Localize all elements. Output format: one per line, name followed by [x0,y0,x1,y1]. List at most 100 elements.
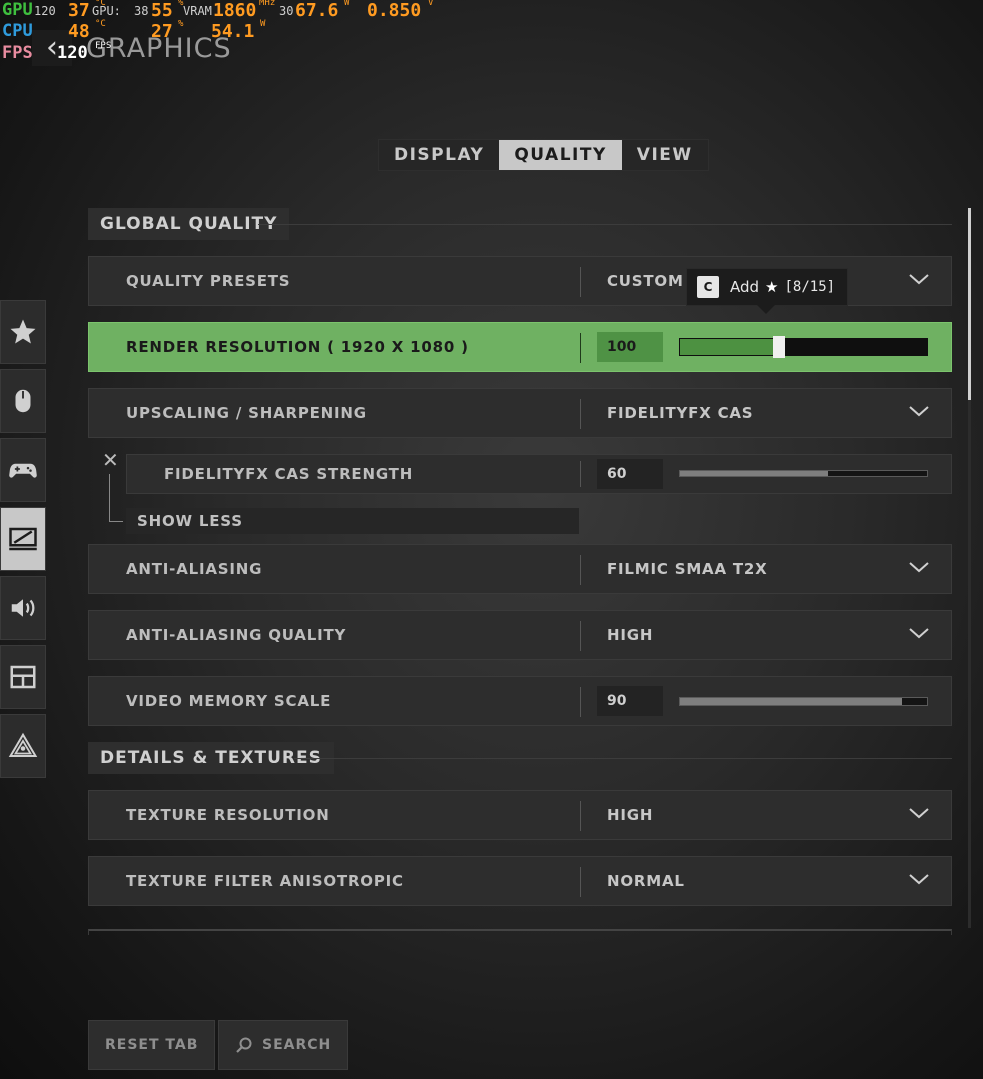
hud-gpu-usage: 55 [151,0,173,21]
close-icon[interactable]: ✕ [102,448,119,472]
star-icon [10,319,36,344]
cas-strength-slider[interactable] [679,470,928,477]
tab-display[interactable]: DISPLAY [379,140,499,170]
hud-gpu-voltage: 0.850 [367,0,422,21]
hud-gpu-power-unit: W [344,0,350,8]
chevron-down-icon[interactable] [909,404,929,418]
row-divider [580,801,581,831]
setting-value-box[interactable]: 100 [597,332,663,362]
render-resolution-slider[interactable] [679,336,928,358]
tooltip-arrow [757,305,775,314]
setting-label: RENDER RESOLUTION ( 1920 X 1080 ) [126,338,469,356]
setting-texture-filter-anisotropic[interactable]: TEXTURE FILTER ANISOTROPIC NORMAL [88,856,952,906]
video-memory-slider[interactable] [679,697,928,706]
scrollbar[interactable] [968,208,971,928]
setting-anti-aliasing-quality[interactable]: ANTI-ALIASING QUALITY HIGH [88,610,952,660]
setting-value-box[interactable]: 90 [597,686,663,716]
hud-gpu-left: 120 [34,4,56,18]
hud-gpu-usage-label: GPU: [92,4,121,18]
setting-label: ANTI-ALIASING [126,560,263,578]
show-less-button[interactable]: SHOW LESS [126,508,579,534]
setting-texture-resolution[interactable]: TEXTURE RESOLUTION HIGH [88,790,952,840]
chevron-down-icon[interactable] [909,806,929,820]
sidebar-item-favorites[interactable] [0,300,46,364]
reset-tab-button[interactable]: RESET TAB [88,1020,216,1070]
section-divider [258,224,952,225]
hud-gpu-clock-unit: MHz [259,0,276,8]
hud-cpu-power: 54.1 [211,21,255,42]
sidebar-item-interface[interactable] [0,645,46,709]
sidebar-item-account-network[interactable] [0,714,46,778]
hud-fps-unit: FPS [95,41,112,51]
row-divider [580,461,581,487]
setting-label: TEXTURE RESOLUTION [126,806,330,824]
setting-upscaling-sharpening[interactable]: UPSCALING / SHARPENING FIDELITYFX CAS [88,388,952,438]
hud-fps-value: 120 [57,43,88,63]
setting-value: HIGH [607,626,654,644]
setting-label: TEXTURE FILTER ANISOTROPIC [126,872,404,890]
sidebar-item-controller[interactable] [0,438,46,502]
setting-value: HIGH [607,806,654,824]
setting-fidelityfx-cas-strength[interactable]: FIDELITYFX CAS STRENGTH 60 [126,454,952,494]
layout-icon [10,665,36,689]
setting-value: FIDELITYFX CAS [607,404,754,422]
row-divider [580,267,581,297]
tab-bar: DISPLAY QUALITY VIEW [378,139,709,171]
setting-label: QUALITY PRESETS [126,272,291,290]
hud-gpu-clock: 1860 [213,0,257,21]
chevron-down-icon[interactable] [909,626,929,640]
setting-label: UPSCALING / SHARPENING [126,404,367,422]
sidebar [0,300,46,783]
tab-quality[interactable]: QUALITY [499,140,622,170]
gamepad-icon [9,463,37,478]
sidebar-item-audio[interactable] [0,576,46,640]
hud-cpu-label: CPU [2,21,33,41]
settings-list: GLOBAL QUALITY QUALITY PRESETS CUSTOM RE… [88,208,952,922]
hud-cpu-usage: 27 [151,21,173,42]
chevron-down-icon[interactable] [909,560,929,574]
row-divider [580,399,581,429]
section-details-textures: DETAILS & TEXTURES [88,742,952,774]
sub-option-bracket [109,474,123,522]
row-divider [580,687,581,717]
network-icon [8,732,38,757]
speaker-icon [11,599,35,617]
favorite-count: [8/15] [784,279,836,295]
hud-gpu-voltage-unit: V [428,0,434,8]
setting-video-memory-scale[interactable]: VIDEO MEMORY SCALE 90 [88,676,952,726]
row-divider [580,621,581,651]
setting-label: ANTI-ALIASING QUALITY [126,626,347,644]
display-icon [9,527,37,551]
setting-anti-aliasing[interactable]: ANTI-ALIASING FILMIC SMAA T2X [88,544,952,594]
hud-fps-label: FPS [2,43,33,63]
sidebar-item-graphics[interactable] [0,507,46,571]
setting-value: FILMIC SMAA T2X [607,560,768,578]
chevron-down-icon[interactable] [909,872,929,886]
hud-cpu-power-unit: W [260,19,266,29]
setting-value-box[interactable]: 60 [597,459,663,489]
search-label: SEARCH [262,1037,332,1053]
scrollbar-thumb[interactable] [968,208,971,400]
slider-fill [680,471,829,476]
setting-label: FIDELITYFX CAS STRENGTH [164,465,414,483]
hud-gpu-label: GPU [2,0,33,20]
hud-gpu-mem-prefix: 30 [279,4,294,18]
tab-view[interactable]: VIEW [622,140,708,170]
mouse-icon [15,389,31,413]
star-icon: ★ [765,278,779,296]
chevron-down-icon[interactable] [909,272,929,286]
reset-tab-label: RESET TAB [105,1037,199,1053]
favorite-tooltip: C Add ★ [8/15] [686,268,849,306]
setting-value: CUSTOM [607,272,684,290]
row-divider [580,333,581,363]
hud-gpu-power: 67.6 [295,0,339,21]
slider-fill [680,698,903,705]
hud-cpu-temp: 48 [68,21,90,42]
search-button[interactable]: SEARCH [218,1020,349,1070]
sidebar-item-mouse-keyboard[interactable] [0,369,46,433]
slider-handle[interactable] [772,336,785,358]
hud-cpu-temp-unit: °C [95,19,106,29]
setting-render-resolution[interactable]: RENDER RESOLUTION ( 1920 X 1080 ) 100 [88,322,952,372]
slider-fill [680,339,779,355]
keybind-c: C [697,276,719,298]
